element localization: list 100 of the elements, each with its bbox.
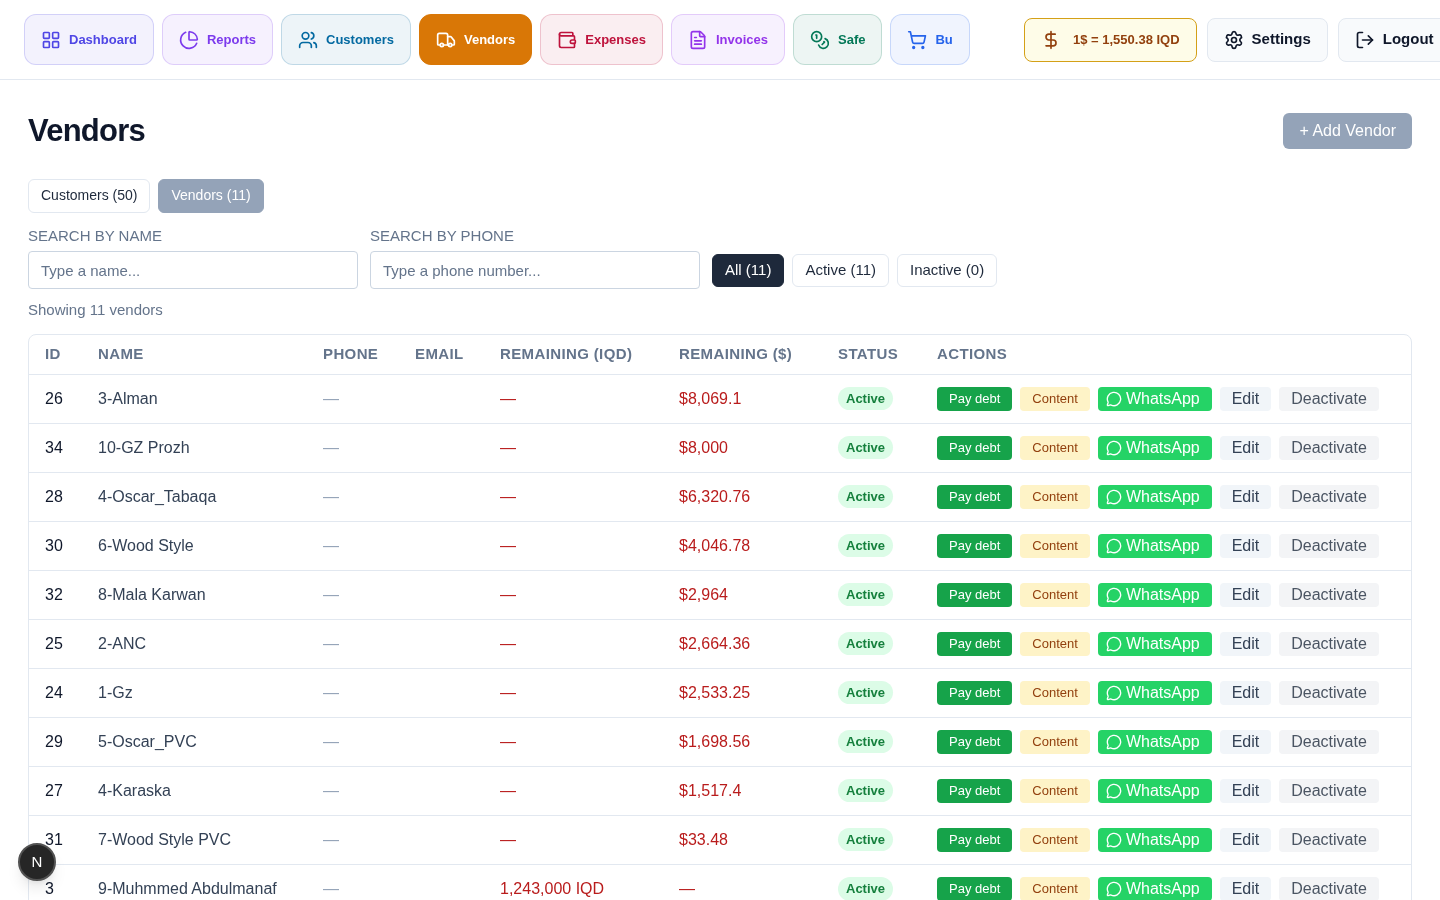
settings-button[interactable]: Settings	[1206, 17, 1328, 62]
content-button[interactable]: Content	[1020, 386, 1090, 411]
content-button[interactable]: Content	[1020, 631, 1090, 656]
deactivate-button[interactable]: Deactivate	[1279, 631, 1379, 656]
status-badge: Active	[838, 827, 894, 852]
table-cell-text: —	[500, 780, 516, 801]
column-header: NAME	[98, 343, 145, 364]
nav-tab[interactable]: Invoices	[670, 14, 785, 65]
column-header: STATUS	[838, 343, 900, 364]
status-badge: Active	[838, 680, 894, 705]
table-cell-text: —	[323, 682, 339, 703]
segment-tab[interactable]: Customers (50)	[28, 178, 151, 213]
table-cell-text: 32	[45, 584, 63, 605]
table-cell-text: 34	[45, 437, 63, 458]
nav-tab[interactable]: Bu	[890, 14, 970, 65]
table-cell-text: 3	[45, 879, 54, 899]
logout-button[interactable]: Logout	[1337, 17, 1440, 62]
edit-button[interactable]: Edit	[1219, 533, 1272, 558]
content-button[interactable]: Content	[1020, 778, 1090, 803]
status-badge: Active	[838, 877, 894, 900]
nav-tab[interactable]: Safe	[793, 14, 883, 65]
table-cell-text: —	[323, 437, 339, 458]
phone-search-field[interactable]: Type a phone number...	[370, 251, 700, 289]
table-cell-text: $8,069.1	[679, 388, 742, 409]
table-cell-text: 29	[45, 731, 63, 752]
table-cell-text: 30	[45, 535, 63, 556]
table-cell-text: —	[679, 879, 695, 899]
edit-button[interactable]: Edit	[1219, 778, 1272, 803]
edit-button[interactable]: Edit	[1219, 435, 1272, 460]
table-cell-text: $2,664.36	[679, 633, 751, 654]
table-cell-text: —	[500, 682, 516, 703]
deactivate-button[interactable]: Deactivate	[1279, 680, 1379, 705]
nav-tab[interactable]: Expenses	[540, 14, 663, 65]
table-cell-text: 3-Alman	[98, 388, 158, 409]
table-cell-text: —	[500, 486, 516, 507]
table-cell-text: 8-Mala Karwan	[98, 584, 206, 605]
table-cell-text: —	[500, 437, 516, 458]
column-header: REMAINING ($)	[679, 343, 794, 364]
table-cell-text: 4-Oscar_Tabaqa	[98, 486, 217, 507]
content-button[interactable]: Content	[1020, 484, 1090, 509]
table-cell-text: 28	[45, 486, 63, 507]
deactivate-button[interactable]: Deactivate	[1279, 582, 1379, 607]
edit-button[interactable]: Edit	[1219, 631, 1272, 656]
content-button[interactable]: Content	[1020, 827, 1090, 852]
status-badge: Active	[838, 386, 894, 411]
nav-tab[interactable]: Dashboard	[24, 14, 154, 65]
deactivate-button[interactable]: Deactivate	[1279, 778, 1379, 803]
filter-chip[interactable]: Inactive (0)	[897, 254, 998, 287]
column-header: EMAIL	[415, 343, 465, 364]
table-cell-text: —	[323, 731, 339, 752]
nav-tab[interactable]: Customers	[281, 14, 411, 65]
table-cell-text: $8,000	[679, 437, 728, 458]
table-cell-text: $2,964	[679, 584, 728, 605]
status-badge: Active	[838, 582, 894, 607]
deactivate-button[interactable]: Deactivate	[1279, 729, 1379, 754]
content-button[interactable]: Content	[1020, 729, 1090, 754]
table-cell-text: 7-Wood Style PVC	[98, 829, 232, 850]
table-cell-text: $33.48	[679, 829, 728, 850]
table-cell-text: —	[500, 388, 516, 409]
deactivate-button[interactable]: Deactivate	[1279, 533, 1379, 558]
edit-button[interactable]: Edit	[1219, 827, 1272, 852]
content-button[interactable]: Content	[1020, 582, 1090, 607]
deactivate-button[interactable]: Deactivate	[1279, 877, 1379, 900]
table-cell-text: —	[500, 731, 516, 752]
edit-button[interactable]: Edit	[1219, 386, 1272, 411]
edit-button[interactable]: Edit	[1219, 729, 1272, 754]
rate-text: 1$ = 1,550.38 IQD	[1073, 30, 1180, 49]
deactivate-button[interactable]: Deactivate	[1279, 484, 1379, 509]
table-cell-text: 9-Muhmmed Abdulmanaf	[98, 879, 277, 899]
name-search-field[interactable]: Type a name...	[28, 251, 358, 289]
content-button[interactable]: Content	[1020, 680, 1090, 705]
content-button[interactable]: Content	[1020, 435, 1090, 460]
table-cell-text: 24	[45, 682, 63, 703]
table-cell-text: 2-ANC	[98, 633, 146, 654]
table-cell-text: 4-Karaska	[98, 780, 171, 801]
status-badge: Active	[838, 631, 894, 656]
status-badge: Active	[838, 484, 894, 509]
nav-tab[interactable]: Reports	[161, 14, 274, 65]
deactivate-button[interactable]: Deactivate	[1279, 386, 1379, 411]
field-label: SEARCH BY NAME	[28, 225, 163, 246]
edit-button[interactable]: Edit	[1219, 582, 1272, 607]
edit-button[interactable]: Edit	[1219, 680, 1272, 705]
table-cell-text: $1,698.56	[679, 731, 751, 752]
table-cell-text: 1,243,000 IQD	[500, 879, 605, 899]
table-cell-text: 25	[45, 633, 63, 654]
deactivate-button[interactable]: Deactivate	[1279, 827, 1379, 852]
edit-button[interactable]: Edit	[1219, 484, 1272, 509]
content-button[interactable]: Content	[1020, 877, 1090, 900]
content-button[interactable]: Content	[1020, 533, 1090, 558]
column-header: REMAINING (IQD)	[500, 343, 634, 364]
table-cell-text: —	[500, 829, 516, 850]
deactivate-button[interactable]: Deactivate	[1279, 435, 1379, 460]
table-cell-text: $4,046.78	[679, 535, 751, 556]
filter-chip[interactable]: Active (11)	[792, 254, 889, 287]
table-cell-text: —	[500, 535, 516, 556]
table-cell-text: —	[500, 633, 516, 654]
edit-button[interactable]: Edit	[1219, 877, 1272, 900]
table-cell-text: —	[323, 388, 339, 409]
column-header: PHONE	[323, 343, 380, 364]
filter-chip[interactable]: All (11)	[712, 254, 785, 287]
